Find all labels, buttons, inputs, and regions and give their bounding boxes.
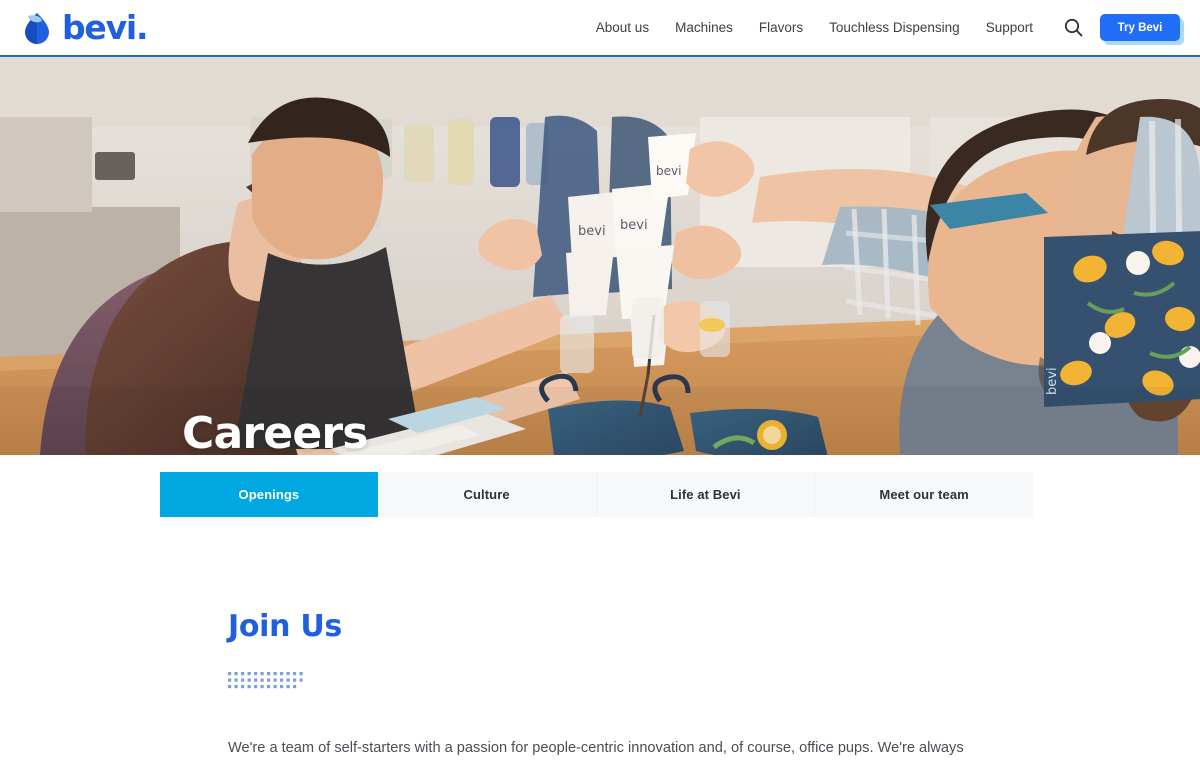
section-tabs: Openings Culture Life at Bevi Meet our t… <box>160 472 1033 517</box>
site-logo[interactable]: bevi. <box>22 8 149 47</box>
try-bevi-cta-wrapper: Try Bevi <box>1100 14 1184 45</box>
search-icon <box>1064 18 1082 37</box>
hero-banner: bevi bevi bevi bevi Careers <box>0 57 1200 455</box>
nav-item-flavors[interactable]: Flavors <box>746 21 816 35</box>
site-header: bevi. About us Machines Flavors Touchles… <box>0 0 1200 57</box>
try-bevi-button[interactable]: Try Bevi <box>1100 14 1180 41</box>
search-button[interactable] <box>1056 11 1090 45</box>
tab-life-at-bevi[interactable]: Life at Bevi <box>596 472 816 517</box>
tab-meet-our-team[interactable]: Meet our team <box>815 472 1033 517</box>
bevi-droplet-logo-icon <box>22 12 52 44</box>
nav-item-support[interactable]: Support <box>973 21 1046 35</box>
section-tabs-region: Openings Culture Life at Bevi Meet our t… <box>0 455 1200 517</box>
main-navigation: About us Machines Flavors Touchless Disp… <box>583 11 1184 45</box>
nav-item-machines[interactable]: Machines <box>662 21 746 35</box>
page-title: Careers <box>182 408 368 455</box>
join-us-heading: Join Us <box>228 609 342 644</box>
nav-item-about-us[interactable]: About us <box>583 21 662 35</box>
hero-photo-team-toasting: bevi bevi bevi bevi <box>0 57 1200 455</box>
logo-wordmark: bevi. <box>62 8 149 47</box>
tab-culture[interactable]: Culture <box>377 472 597 517</box>
dot-grid-decoration-icon <box>228 672 303 689</box>
main-content: Join Us We're a team of self-starters wi… <box>0 517 1200 770</box>
intro-paragraph: We're a team of self-starters with a pas… <box>228 740 964 756</box>
nav-item-touchless-dispensing[interactable]: Touchless Dispensing <box>816 21 973 35</box>
tab-openings[interactable]: Openings <box>160 472 378 517</box>
